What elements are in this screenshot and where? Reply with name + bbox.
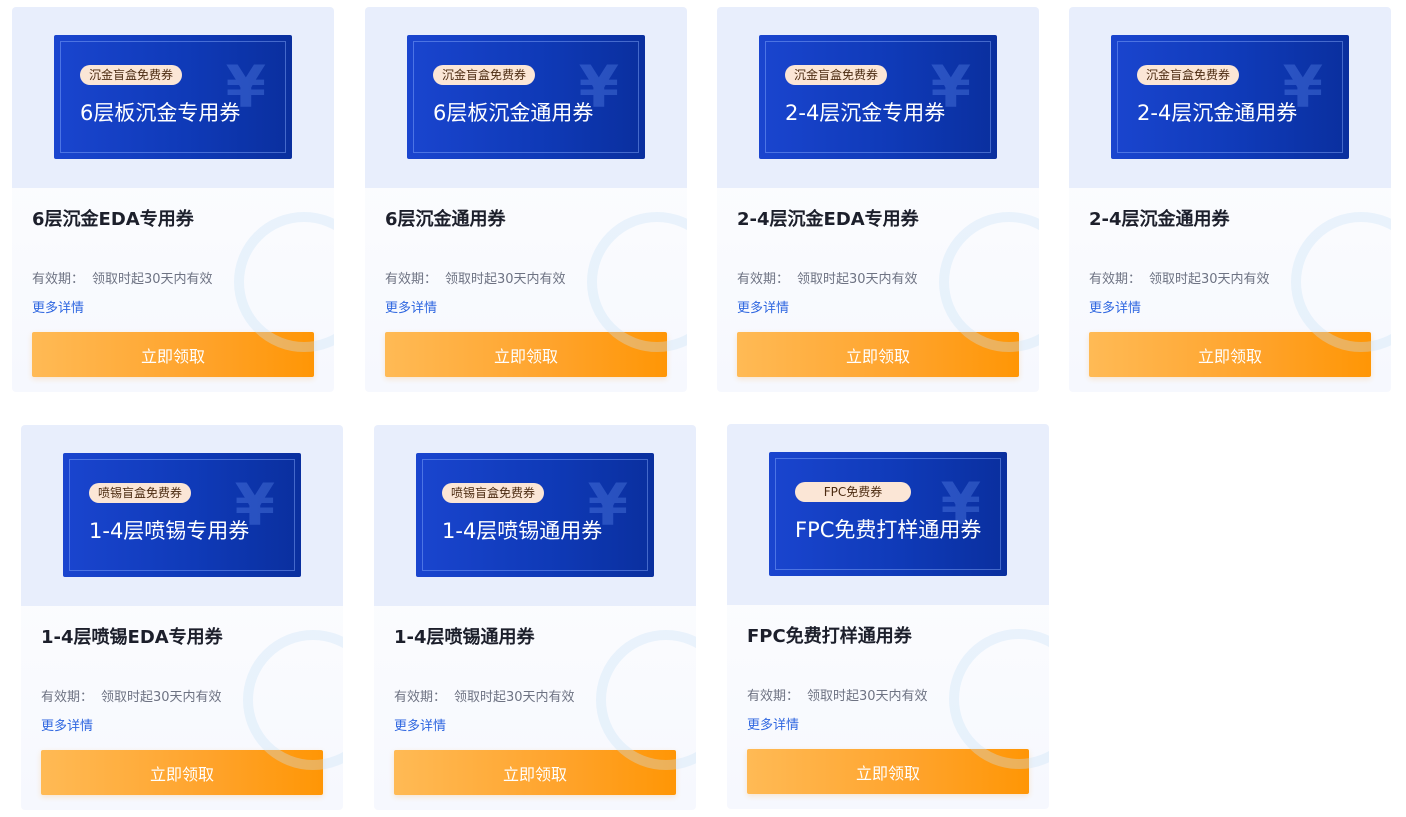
more-details-link[interactable]: 更多详情 [41, 715, 93, 734]
card-title: 1-4层喷锡EDA专用券 [41, 627, 223, 648]
validity-value: 领取时起30天内有效 [807, 689, 928, 704]
card-title: 2-4层沉金EDA专用券 [737, 209, 919, 230]
validity-row: 有效期： 领取时起30天内有效 [394, 686, 575, 705]
more-details-link[interactable]: 更多详情 [385, 297, 437, 316]
card-banner: ¥ FPC免费券 FPC免费打样通用券 [727, 424, 1049, 605]
card-title: 1-4层喷锡通用券 [394, 627, 535, 648]
coupon-ticket: ¥ 沉金盲盒免费券 6层板沉金专用券 [54, 35, 292, 159]
coupon-badge: FPC免费券 [795, 482, 911, 502]
claim-button[interactable]: 立即领取 [1089, 332, 1371, 377]
card-title: 6层沉金EDA专用券 [32, 209, 194, 230]
validity-label: 有效期： [737, 272, 790, 287]
claim-button[interactable]: 立即领取 [737, 332, 1019, 377]
validity-row: 有效期： 领取时起30天内有效 [41, 686, 222, 705]
validity-label: 有效期： [747, 689, 800, 704]
validity-row: 有效期： 领取时起30天内有效 [385, 268, 566, 287]
card-banner: ¥ 沉金盲盒免费券 2-4层沉金专用券 [717, 7, 1039, 188]
validity-label: 有效期： [394, 690, 447, 705]
claim-button[interactable]: 立即领取 [385, 332, 667, 377]
claim-button[interactable]: 立即领取 [747, 749, 1029, 794]
card-title: 6层沉金通用券 [385, 209, 506, 230]
ticket-title: 6层板沉金专用券 [80, 101, 241, 125]
validity-row: 有效期： 领取时起30天内有效 [1089, 268, 1270, 287]
coupon-ticket: ¥ 沉金盲盒免费券 6层板沉金通用券 [407, 35, 645, 159]
claim-button[interactable]: 立即领取 [41, 750, 323, 795]
coupon-ticket: ¥ FPC免费券 FPC免费打样通用券 [769, 452, 1007, 576]
coupon-badge: 喷锡盲盒免费券 [89, 483, 192, 503]
validity-label: 有效期： [32, 272, 85, 287]
ticket-title: FPC免费打样通用券 [795, 518, 982, 542]
coupon-badge: 沉金盲盒免费券 [433, 65, 536, 85]
card-banner: ¥ 沉金盲盒免费券 6层板沉金通用券 [365, 7, 687, 188]
coupon-card: ¥ 沉金盲盒免费券 2-4层沉金通用券 2-4层沉金通用券 有效期： 领取时起30… [1069, 7, 1391, 392]
validity-label: 有效期： [41, 690, 94, 705]
ticket-title: 6层板沉金通用券 [433, 101, 594, 125]
validity-value: 领取时起30天内有效 [101, 690, 222, 705]
validity-value: 领取时起30天内有效 [92, 272, 213, 287]
validity-row: 有效期： 领取时起30天内有效 [747, 685, 928, 704]
claim-button[interactable]: 立即领取 [32, 332, 314, 377]
coupon-badge: 沉金盲盒免费券 [785, 65, 888, 85]
validity-label: 有效期： [385, 272, 438, 287]
more-details-link[interactable]: 更多详情 [737, 297, 789, 316]
validity-label: 有效期： [1089, 272, 1142, 287]
coupon-ticket: ¥ 喷锡盲盒免费券 1-4层喷锡通用券 [416, 453, 654, 577]
more-details-link[interactable]: 更多详情 [747, 714, 799, 733]
more-details-link[interactable]: 更多详情 [32, 297, 84, 316]
card-banner: ¥ 沉金盲盒免费券 2-4层沉金通用券 [1069, 7, 1391, 188]
ticket-title: 2-4层沉金专用券 [785, 101, 946, 125]
coupon-badge: 喷锡盲盒免费券 [442, 483, 545, 503]
coupon-card: ¥ FPC免费券 FPC免费打样通用券 FPC免费打样通用券 有效期： 领取时起3… [727, 424, 1049, 809]
coupon-grid: ¥ 沉金盲盒免费券 6层板沉金专用券 6层沉金EDA专用券 有效期： 领取时起30… [0, 0, 1406, 817]
coupon-ticket: ¥ 沉金盲盒免费券 2-4层沉金通用券 [1111, 35, 1349, 159]
validity-row: 有效期： 领取时起30天内有效 [737, 268, 918, 287]
coupon-badge: 沉金盲盒免费券 [1137, 65, 1240, 85]
coupon-card: ¥ 沉金盲盒免费券 6层板沉金通用券 6层沉金通用券 有效期： 领取时起30天内有… [365, 7, 687, 392]
coupon-ticket: ¥ 沉金盲盒免费券 2-4层沉金专用券 [759, 35, 997, 159]
validity-value: 领取时起30天内有效 [1149, 272, 1270, 287]
coupon-card: ¥ 沉金盲盒免费券 2-4层沉金专用券 2-4层沉金EDA专用券 有效期： 领取时… [717, 7, 1039, 392]
ticket-title: 1-4层喷锡专用券 [89, 519, 250, 543]
card-title: 2-4层沉金通用券 [1089, 209, 1230, 230]
validity-value: 领取时起30天内有效 [454, 690, 575, 705]
ticket-title: 1-4层喷锡通用券 [442, 519, 603, 543]
card-banner: ¥ 喷锡盲盒免费券 1-4层喷锡专用券 [21, 425, 343, 606]
card-banner: ¥ 喷锡盲盒免费券 1-4层喷锡通用券 [374, 425, 696, 606]
coupon-ticket: ¥ 喷锡盲盒免费券 1-4层喷锡专用券 [63, 453, 301, 577]
card-banner: ¥ 沉金盲盒免费券 6层板沉金专用券 [12, 7, 334, 188]
coupon-badge: 沉金盲盒免费券 [80, 65, 183, 85]
card-title: FPC免费打样通用券 [747, 626, 912, 647]
validity-value: 领取时起30天内有效 [445, 272, 566, 287]
coupon-card: ¥ 喷锡盲盒免费券 1-4层喷锡专用券 1-4层喷锡EDA专用券 有效期： 领取时… [21, 425, 343, 810]
ticket-title: 2-4层沉金通用券 [1137, 101, 1298, 125]
validity-value: 领取时起30天内有效 [797, 272, 918, 287]
coupon-card: ¥ 沉金盲盒免费券 6层板沉金专用券 6层沉金EDA专用券 有效期： 领取时起30… [12, 7, 334, 392]
more-details-link[interactable]: 更多详情 [394, 715, 446, 734]
validity-row: 有效期： 领取时起30天内有效 [32, 268, 213, 287]
coupon-card: ¥ 喷锡盲盒免费券 1-4层喷锡通用券 1-4层喷锡通用券 有效期： 领取时起30… [374, 425, 696, 810]
claim-button[interactable]: 立即领取 [394, 750, 676, 795]
more-details-link[interactable]: 更多详情 [1089, 297, 1141, 316]
